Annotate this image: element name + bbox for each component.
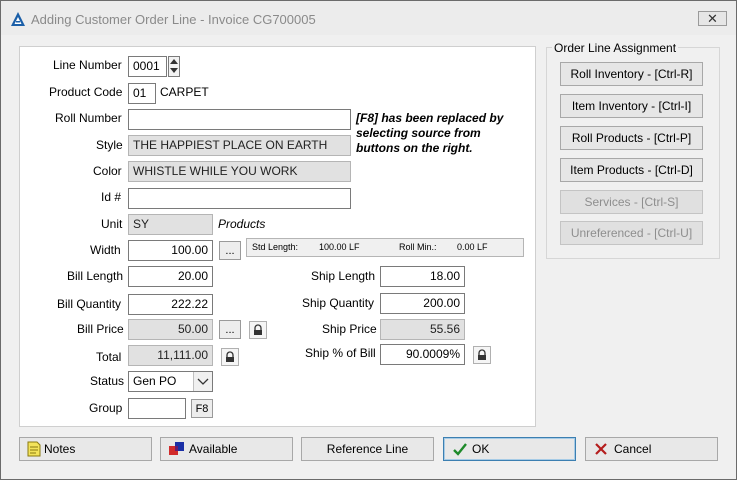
std-length-value: 100.00 LF [319, 242, 360, 252]
style-field: THE HAPPIEST PLACE ON EARTH [128, 135, 351, 156]
total-field: 11,111.00 [128, 345, 213, 366]
unit-label: Unit [101, 217, 123, 231]
ship-pct-lock-button[interactable] [473, 346, 491, 364]
ship-pct-label: Ship % of Bill [305, 346, 376, 360]
product-code-description: CARPET [160, 85, 209, 99]
reference-line-button[interactable]: Reference Line [301, 437, 434, 461]
lock-icon [478, 349, 486, 360]
roll-number-label: Roll Number [55, 111, 122, 125]
cancel-x-icon [595, 443, 607, 455]
unit-type-text: Products [218, 217, 266, 231]
product-code-input[interactable]: 01 [128, 83, 156, 104]
line-number-spinner[interactable] [168, 56, 180, 77]
group-f8-button[interactable]: F8 [191, 399, 213, 418]
close-button[interactable]: ✕ [698, 11, 727, 26]
color-field: WHISTLE WHILE YOU WORK [128, 161, 351, 182]
id-label: Id # [101, 190, 122, 204]
reference-line-button-label: Reference Line [326, 442, 409, 456]
title-bar: Adding Customer Order Line - Invoice CG7… [1, 1, 736, 35]
length-info-panel: Std Length: 100.00 LF Roll Min.: 0.00 LF [246, 238, 524, 257]
item-inventory-button[interactable]: Item Inventory - [Ctrl-I] [560, 94, 703, 118]
ship-pct-input[interactable]: 90.0009% [380, 344, 465, 365]
ship-quantity-label: Ship Quantity [302, 296, 375, 310]
color-label: Color [93, 164, 122, 178]
checkmark-icon [453, 443, 467, 456]
available-button[interactable]: Available [160, 437, 293, 461]
ok-button[interactable]: OK [443, 437, 576, 461]
bill-price-lookup-button[interactable]: ... [219, 320, 241, 339]
status-selected-value: Gen PO [133, 374, 177, 388]
lock-icon [226, 351, 234, 362]
status-dropdown-button[interactable] [193, 372, 212, 391]
total-label: Total [96, 350, 122, 364]
line-number-label: Line Number [53, 58, 122, 72]
cancel-button[interactable]: Cancel [585, 437, 718, 461]
bill-quantity-input[interactable]: 222.22 [128, 294, 213, 315]
line-number-input[interactable]: 0001 [128, 56, 167, 77]
f8-replaced-note: [F8] has been replaced by selecting sour… [356, 111, 504, 155]
note-icon [27, 441, 41, 457]
bill-length-input[interactable]: 20.00 [128, 266, 213, 287]
bill-length-label: Bill Length [67, 269, 124, 283]
ship-price-field: 55.56 [380, 319, 465, 340]
ship-length-label: Ship Length [311, 269, 376, 283]
available-icon [169, 442, 184, 455]
services-button[interactable]: Services - [Ctrl-S] [560, 190, 703, 214]
status-label: Status [90, 374, 125, 388]
unreferenced-button[interactable]: Unreferenced - [Ctrl-U] [560, 221, 703, 245]
total-lock-button[interactable] [221, 348, 239, 366]
notes-button[interactable]: Notes [19, 437, 152, 461]
roll-products-button[interactable]: Roll Products - [Ctrl-P] [560, 126, 703, 150]
width-lookup-button[interactable]: ... [219, 241, 241, 260]
ok-button-label: OK [472, 442, 490, 456]
roll-min-label: Roll Min.: [399, 242, 437, 252]
order-line-form [19, 46, 536, 427]
width-label: Width [90, 243, 121, 257]
bill-price-lock-button[interactable] [249, 321, 267, 339]
ship-price-label: Ship Price [322, 322, 377, 336]
lock-icon [254, 324, 262, 335]
order-line-assignment-title: Order Line Assignment [552, 41, 679, 55]
roll-number-input[interactable] [128, 109, 351, 130]
group-label: Group [89, 401, 123, 415]
app-logo-icon [11, 12, 25, 26]
std-length-label: Std Length: [252, 242, 299, 252]
bill-price-field: 50.00 [128, 319, 213, 340]
product-code-label: Product Code [49, 85, 123, 99]
style-label: Style [96, 138, 123, 152]
spinner-up-icon[interactable] [169, 58, 179, 66]
roll-inventory-button[interactable]: Roll Inventory - [Ctrl-R] [560, 62, 703, 86]
chevron-down-icon [197, 378, 209, 385]
available-button-label: Available [189, 442, 238, 456]
notes-button-label: Notes [44, 442, 76, 456]
spinner-down-icon[interactable] [169, 67, 179, 75]
id-input[interactable] [128, 188, 351, 209]
unit-field: SY [128, 214, 213, 235]
width-input[interactable]: 100.00 [128, 240, 213, 261]
ship-length-input[interactable]: 18.00 [380, 266, 465, 287]
window-title: Adding Customer Order Line - Invoice CG7… [31, 12, 316, 27]
bill-quantity-label: Bill Quantity [57, 297, 122, 311]
cancel-button-label: Cancel [614, 442, 652, 456]
dialog-window: Adding Customer Order Line - Invoice CG7… [0, 0, 737, 480]
ship-quantity-input[interactable]: 200.00 [380, 293, 465, 314]
roll-min-value: 0.00 LF [457, 242, 488, 252]
bill-price-label: Bill Price [77, 322, 124, 336]
close-icon: ✕ [707, 10, 718, 26]
item-products-button[interactable]: Item Products - [Ctrl-D] [560, 158, 703, 182]
group-input[interactable] [128, 398, 186, 419]
